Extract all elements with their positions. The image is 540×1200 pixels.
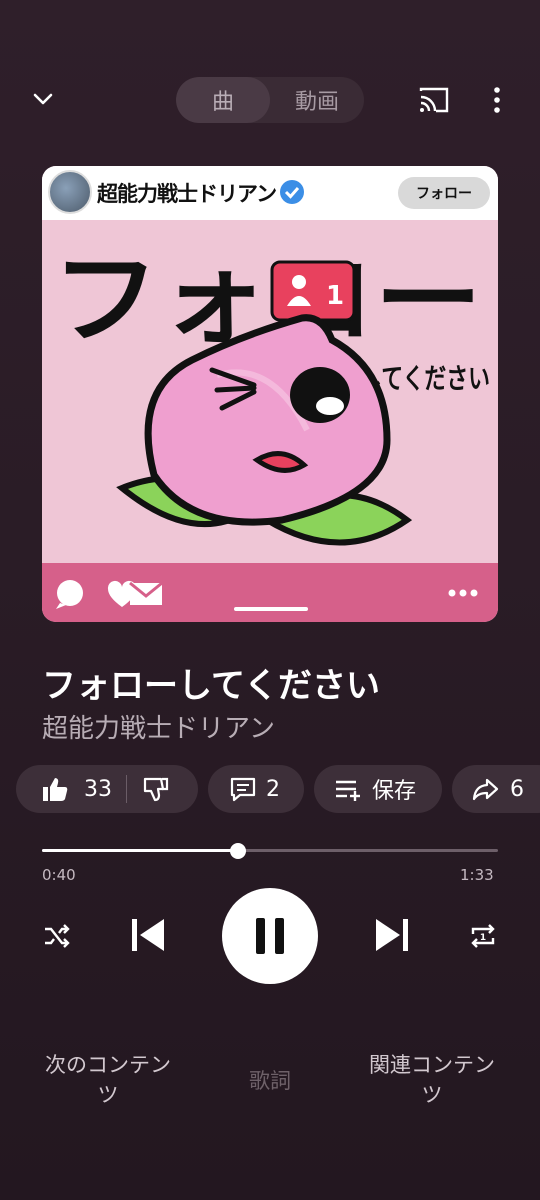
like-count[interactable]: 33 — [84, 777, 112, 802]
tab-video[interactable]: 動画 — [270, 77, 364, 123]
share-button[interactable]: 6 — [452, 765, 540, 813]
next-icon[interactable] — [372, 915, 412, 955]
track-artist[interactable]: 超能力戦士ドリアン — [42, 708, 275, 745]
more-options-icon[interactable] — [487, 84, 507, 116]
artwork-avatar — [48, 170, 92, 214]
comments-button[interactable]: 2 — [208, 765, 304, 813]
total-time: 1:33 — [460, 866, 494, 884]
pause-button[interactable] — [222, 888, 318, 984]
tab-song[interactable]: 曲 — [176, 77, 270, 123]
artwork-action-icons — [56, 580, 478, 609]
playlist-add-icon — [336, 780, 360, 801]
verified-icon — [280, 180, 304, 204]
progress-bar[interactable] — [42, 849, 498, 852]
like-divider — [126, 775, 127, 803]
share-count: 6 — [510, 776, 524, 802]
album-artwork[interactable]: 超能力戦士ドリアン フォロー フォロー 1 してください — [42, 166, 498, 622]
artwork-handle — [234, 607, 308, 611]
tab-up-next[interactable]: 次のコンテンツ — [40, 1050, 176, 1110]
artwork-footer-bar — [42, 563, 498, 622]
save-label: 保存 — [372, 779, 417, 804]
cast-icon[interactable] — [418, 86, 450, 114]
thumbs-up-icon[interactable] — [40, 774, 70, 804]
tab-lyrics[interactable]: 歌詞 — [220, 1066, 320, 1096]
top-bar: 曲 動画 — [0, 70, 540, 130]
artwork-follow-pill: フォロー — [398, 177, 490, 209]
song-video-toggle: 曲 動画 — [176, 77, 364, 123]
chevron-down-icon[interactable] — [28, 84, 58, 114]
repeat-one-icon[interactable]: 1 — [467, 920, 499, 952]
artwork-badge-count: 1 — [326, 281, 344, 311]
tab-related[interactable]: 関連コンテンツ — [362, 1050, 502, 1110]
track-title: フォローしてください — [42, 666, 380, 706]
shuffle-icon[interactable] — [42, 921, 72, 951]
like-dislike-group: 33 — [16, 765, 198, 813]
artwork-header: 超能力戦士ドリアン フォロー — [42, 166, 498, 220]
artwork-illustration: フォロー 1 してください — [52, 241, 490, 546]
save-button[interactable]: 保存 — [314, 765, 442, 813]
progress-fill — [42, 849, 239, 852]
artwork-channel-name: 超能力戦士ドリアン — [97, 182, 277, 206]
comment-count: 2 — [266, 776, 280, 802]
pause-icon — [256, 918, 284, 954]
previous-icon[interactable] — [128, 915, 168, 955]
svg-text:1: 1 — [480, 933, 486, 943]
progress-thumb[interactable] — [230, 843, 247, 859]
thumbs-down-icon[interactable] — [141, 774, 171, 804]
comment-icon — [230, 777, 256, 802]
share-icon — [472, 778, 499, 801]
current-time: 0:40 — [42, 866, 76, 884]
